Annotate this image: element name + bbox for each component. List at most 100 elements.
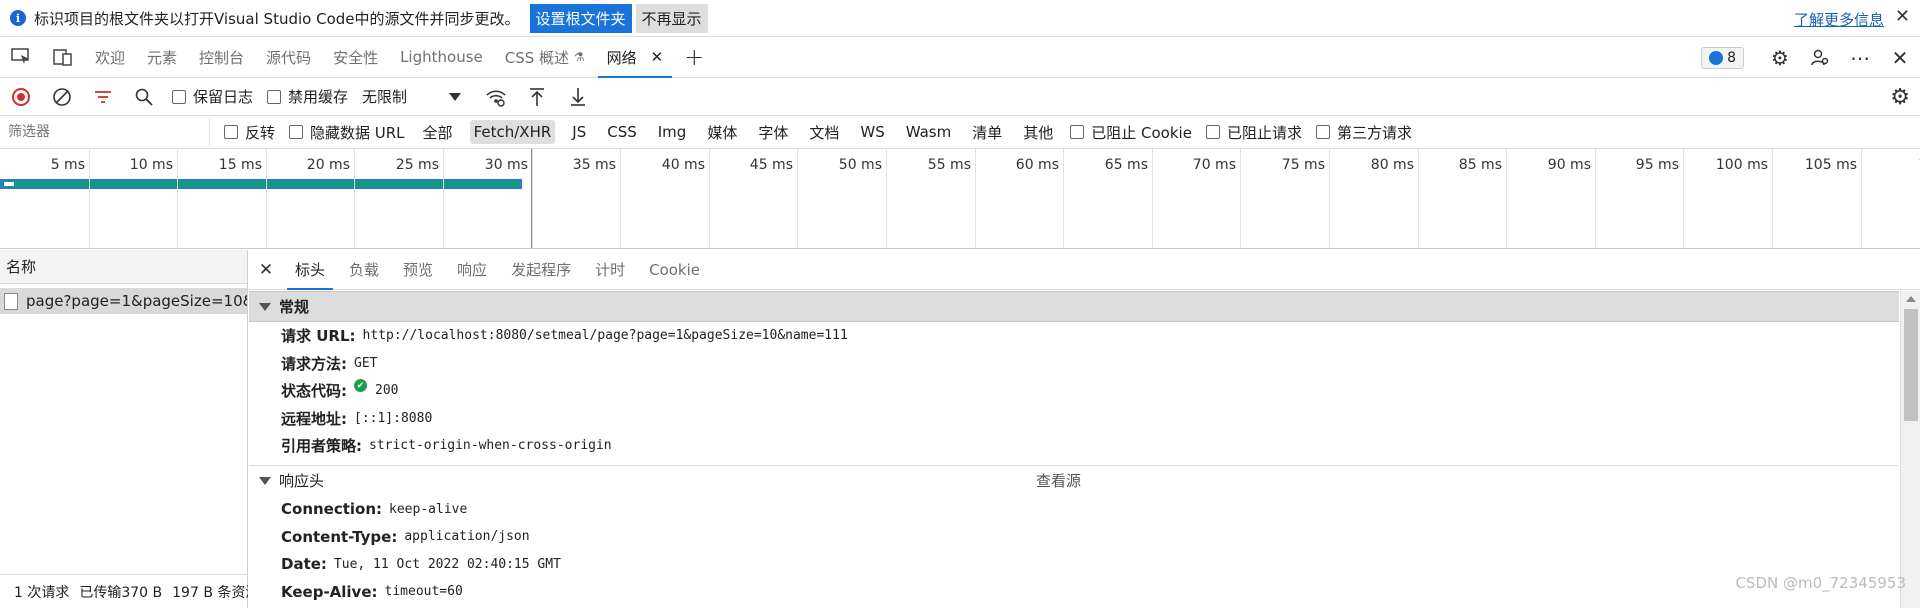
network-settings-icon[interactable]: ⚙ xyxy=(1890,85,1910,110)
watermark: CSDN @m0_72345953 xyxy=(1735,574,1906,592)
issues-icon xyxy=(1709,50,1724,65)
settings-icon[interactable]: ⚙ xyxy=(1760,37,1800,78)
record-button[interactable] xyxy=(0,78,41,116)
device-emulation-icon[interactable] xyxy=(42,37,84,78)
user-settings-icon[interactable] xyxy=(1800,37,1840,78)
header-key: 状态代码: xyxy=(281,382,347,401)
tab-network[interactable]: 网络 ✕ xyxy=(596,37,675,78)
view-source-link[interactable]: 查看源 xyxy=(1036,470,1081,491)
tab-preview[interactable]: 预览 xyxy=(391,250,445,290)
timeline-gridline xyxy=(1772,149,1773,248)
filter-type-other[interactable]: 其他 xyxy=(1019,119,1057,146)
filter-type-media[interactable]: 媒体 xyxy=(703,119,741,146)
header-key: Connection: xyxy=(281,500,383,519)
disable-cache-checkbox[interactable]: 禁用缓存 xyxy=(267,86,348,107)
close-tab-icon[interactable]: ✕ xyxy=(651,48,664,66)
scroll-up-icon[interactable] xyxy=(1901,291,1920,307)
timeline-tick-label: 100 ms xyxy=(1715,157,1768,173)
download-icon xyxy=(570,87,585,106)
throttling-select[interactable]: 无限制 xyxy=(362,86,462,107)
filter-type-ws[interactable]: WS xyxy=(856,120,888,144)
filter-type-manifest[interactable]: 清单 xyxy=(968,119,1006,146)
timeline-gridline xyxy=(177,149,178,248)
header-key: 引用者策略: xyxy=(281,437,362,456)
header-value: Tue, 11 Oct 2022 02:40:15 GMT xyxy=(333,556,561,572)
timeline-tick-label: 5 ms xyxy=(50,157,85,173)
checkbox-box xyxy=(1315,125,1330,139)
export-har-button[interactable] xyxy=(557,78,598,116)
network-conditions-button[interactable] xyxy=(475,78,516,116)
filter-button[interactable] xyxy=(82,78,123,116)
add-tab-icon[interactable]: + xyxy=(684,43,704,71)
filter-type-font[interactable]: 字体 xyxy=(754,119,792,146)
filter-type-all[interactable]: 全部 xyxy=(419,119,457,146)
checkbox-box xyxy=(289,125,304,139)
blocked-cookies-checkbox[interactable]: 已阻止 Cookie xyxy=(1070,122,1192,143)
timeline-overview[interactable]: 5 ms 10 ms 15 ms 20 ms 25 ms 30 ms 35 ms 40 ms 4… xyxy=(0,149,1920,249)
tab-elements[interactable]: 元素 xyxy=(136,37,188,78)
scroll-thumb[interactable] xyxy=(1904,309,1918,421)
general-section-title: 常规 xyxy=(279,298,310,316)
timeline-gridline xyxy=(1240,149,1241,248)
clear-button[interactable] xyxy=(41,78,82,116)
inspect-element-icon[interactable] xyxy=(0,37,42,78)
filter-type-doc[interactable]: 文档 xyxy=(805,119,843,146)
filter-type-img[interactable]: Img xyxy=(654,120,691,144)
timeline-gridline xyxy=(709,149,710,248)
request-list: 名称 page?page=1&pageSize=10&... 1 次请求 已传输… xyxy=(0,250,248,608)
tab-sources[interactable]: 源代码 xyxy=(255,37,322,78)
tab-security[interactable]: 安全性 xyxy=(322,37,389,78)
preserve-log-label: 保留日志 xyxy=(193,88,254,106)
tab-welcome[interactable]: 欢迎 xyxy=(84,37,136,78)
third-party-checkbox[interactable]: 第三方请求 xyxy=(1315,122,1412,143)
tab-console[interactable]: 控制台 xyxy=(188,37,255,78)
filter-type-css[interactable]: CSS xyxy=(603,120,641,144)
blocked-requests-checkbox[interactable]: 已阻止请求 xyxy=(1205,122,1302,143)
request-row[interactable]: page?page=1&pageSize=10&... xyxy=(0,288,247,314)
tab-initiator[interactable]: 发起程序 xyxy=(499,250,583,290)
set-root-folder-button[interactable]: 设置根文件夹 xyxy=(529,3,632,33)
general-section-header[interactable]: 常规 xyxy=(249,291,1899,322)
issues-badge[interactable]: 8 xyxy=(1701,46,1744,69)
wifi-settings-icon xyxy=(485,89,506,107)
timeline-tick-label: 85 ms xyxy=(1458,157,1502,173)
import-har-button[interactable] xyxy=(516,78,557,116)
tab-lighthouse[interactable]: Lighthouse xyxy=(389,37,494,78)
hide-data-urls-checkbox[interactable]: 隐藏数据 URL xyxy=(289,122,405,143)
general-row: 请求方法: GET xyxy=(249,350,1899,378)
filter-type-js[interactable]: JS xyxy=(568,120,590,144)
tab-response[interactable]: 响应 xyxy=(445,250,499,290)
detail-scrollbar[interactable] xyxy=(1900,291,1920,608)
caret-down-icon xyxy=(259,476,271,485)
request-detail-pane: ✕ 标头 负载 预览 响应 发起程序 计时 Cookie 常规 请求 URL: … xyxy=(249,250,1920,608)
learn-more-link[interactable]: 了解更多信息 xyxy=(1794,9,1884,30)
response-headers-section-header[interactable]: 响应头 查看源 xyxy=(249,464,1899,496)
close-devtools-icon[interactable]: ✕ xyxy=(1880,37,1920,78)
status-ok-icon: ✔ xyxy=(354,379,367,393)
invert-checkbox[interactable]: 反转 xyxy=(224,122,275,143)
preserve-log-checkbox[interactable]: 保留日志 xyxy=(172,86,253,107)
filter-type-wasm[interactable]: Wasm xyxy=(902,120,956,144)
tab-cookies[interactable]: Cookie xyxy=(637,250,712,290)
tab-timing[interactable]: 计时 xyxy=(583,250,637,290)
tab-payload[interactable]: 负载 xyxy=(337,250,391,290)
filter-type-fetch-xhr[interactable]: Fetch/XHR xyxy=(469,120,556,144)
header-value: 200 xyxy=(375,383,399,399)
tab-css-overview[interactable]: CSS 概述 ⚗ xyxy=(494,37,596,78)
close-icon[interactable]: ✕ xyxy=(1895,6,1910,27)
name-column-header[interactable]: 名称 xyxy=(0,250,247,284)
tab-headers[interactable]: 标头 xyxy=(283,250,337,290)
dont-show-again-button[interactable]: 不再显示 xyxy=(635,3,708,33)
filter-input[interactable] xyxy=(0,119,210,145)
timeline-gridline xyxy=(1418,149,1419,248)
close-detail-icon[interactable]: ✕ xyxy=(249,260,283,280)
search-button[interactable] xyxy=(123,78,164,116)
header-key: 请求 URL: xyxy=(281,327,356,346)
general-row: 远程地址: [::1]:8080 xyxy=(249,405,1899,433)
more-options-icon[interactable]: ⋯ xyxy=(1840,37,1880,78)
timeline-gridline xyxy=(886,149,887,248)
header-value: timeout=60 xyxy=(384,584,463,600)
timeline-tick-label: 25 ms xyxy=(395,157,439,173)
right-tools: 8 ⚙ ⋯ ✕ xyxy=(1701,37,1920,78)
response-headers-title: 响应头 xyxy=(279,472,325,490)
